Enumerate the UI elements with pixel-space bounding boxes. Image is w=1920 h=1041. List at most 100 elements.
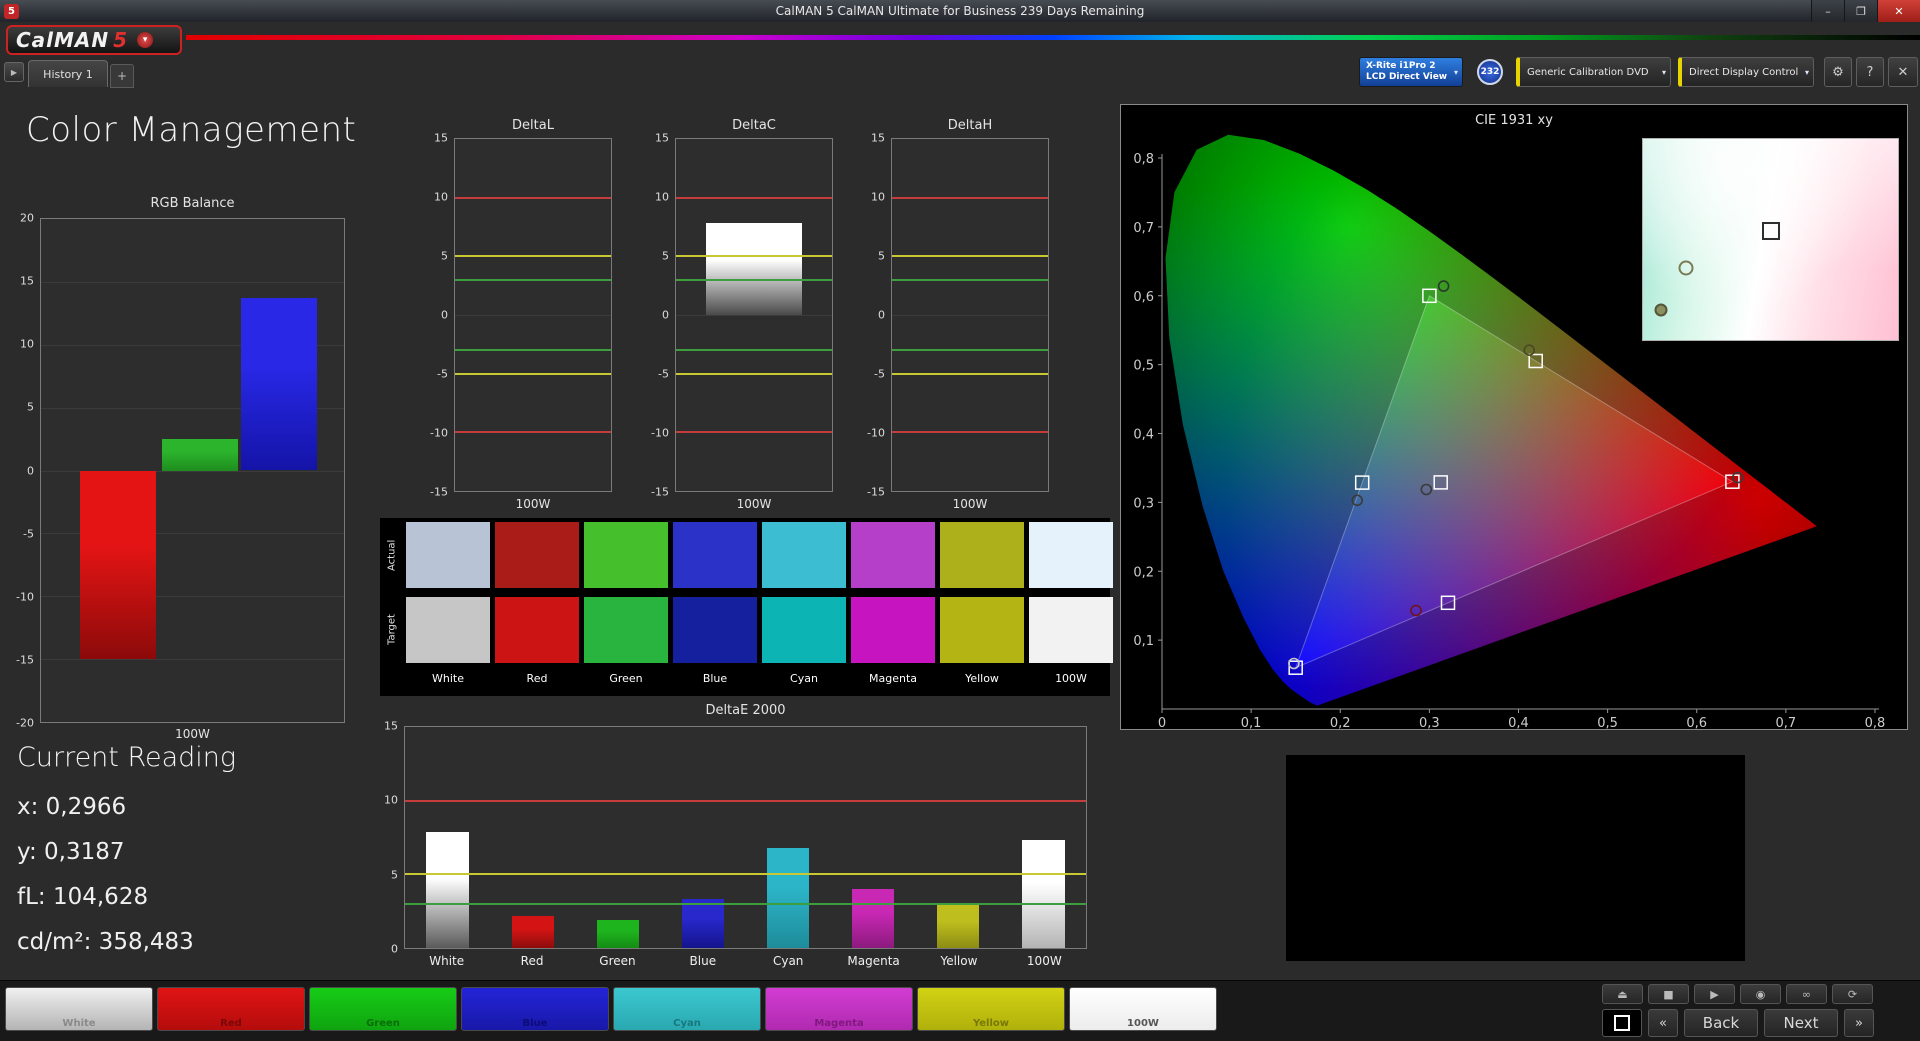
pattern-swatch-blue[interactable]: Blue	[461, 987, 609, 1031]
category-label: Cyan	[772, 954, 804, 968]
pattern-swatch-red[interactable]: Red	[157, 987, 305, 1031]
loop-button[interactable]: ∞	[1786, 984, 1827, 1004]
svg-text:0,1: 0,1	[1241, 716, 1262, 731]
y-tick-label: 5	[878, 249, 885, 263]
play-button[interactable]: ▶	[1694, 984, 1735, 1004]
pattern-swatch-label: Magenta	[814, 1018, 864, 1029]
close-window-button[interactable]: ✕	[1877, 0, 1920, 22]
y-tick-label: 0	[391, 942, 398, 956]
target-yellow-swatch	[940, 597, 1024, 663]
pattern-swatch-yellow[interactable]: Yellow	[917, 987, 1065, 1031]
bar	[1022, 840, 1065, 948]
gear-icon[interactable]: ⚙	[1824, 57, 1852, 87]
reference-line	[455, 372, 611, 375]
display-control-dropdown[interactable]: Direct Display Control ▾	[1678, 57, 1814, 87]
actual-100w-swatch	[1029, 522, 1113, 588]
back-button[interactable]: Back	[1684, 1009, 1758, 1037]
svg-text:0,6: 0,6	[1133, 290, 1154, 305]
next-button[interactable]: Next	[1764, 1009, 1838, 1037]
tab-scroll-button[interactable]: ▶	[4, 62, 24, 82]
svg-text:0,2: 0,2	[1133, 565, 1154, 580]
logo-menu-arrow-icon[interactable]: ▾	[137, 32, 154, 48]
reference-line	[455, 431, 611, 434]
actual-magenta-swatch	[851, 522, 935, 588]
y-tick-label: -5	[874, 367, 885, 381]
bar	[937, 903, 980, 948]
minimize-button[interactable]: –	[1811, 0, 1844, 22]
y-tick-label: 10	[434, 190, 448, 204]
svg-text:0,8: 0,8	[1133, 152, 1154, 167]
pattern-swatch-100w[interactable]: 100W	[1069, 987, 1217, 1031]
square-icon	[1614, 1015, 1630, 1031]
pattern-swatch-magenta[interactable]: Magenta	[765, 987, 913, 1031]
bar	[596, 920, 639, 948]
column-label: Cyan	[790, 672, 818, 685]
category-label: Yellow	[940, 954, 978, 968]
help-icon[interactable]: ?	[1856, 57, 1884, 87]
deltal-chart: DeltaL 15 10 5 0 -5 -10 -15 100W	[420, 118, 620, 518]
rgb-balance-chart: RGB Balance 20 15 10 5 0 -5 -10 -15 -20 100W	[10, 196, 355, 756]
add-tab-button[interactable]: +	[110, 64, 134, 88]
refresh-button[interactable]: ⟳	[1832, 984, 1873, 1004]
gridline	[455, 315, 611, 316]
logo-number: 5	[113, 28, 128, 52]
pattern-window-button[interactable]	[1602, 1009, 1642, 1037]
reference-line	[676, 278, 832, 281]
bar	[80, 470, 157, 660]
meter-dropdown[interactable]: X-Rite i1Pro 2 LCD Direct View ▾	[1359, 57, 1463, 87]
next-chevron-icon[interactable]: »	[1844, 1009, 1874, 1037]
calman-logo[interactable]: CalMAN 5 ▾	[6, 25, 182, 55]
bar	[511, 915, 554, 948]
pattern-swatch-cyan[interactable]: Cyan	[613, 987, 761, 1031]
svg-text:0,8: 0,8	[1865, 716, 1886, 731]
category-label: Blue	[689, 954, 717, 968]
pattern-swatch-label: White	[62, 1018, 96, 1029]
back-chevron-icon[interactable]: «	[1648, 1009, 1678, 1037]
column-label: Red	[526, 672, 548, 685]
svg-text:0,3: 0,3	[1133, 496, 1154, 511]
pattern-swatch-white[interactable]: White	[5, 987, 153, 1031]
cie-1931-chart-panel: 0 0,1 0,2 0,3 0,4 0,5 0,6 0,7 0,8 0,1 0,2 0,3 0,4 0,5…	[1120, 104, 1908, 731]
pattern-bar: White Red Green Blue Cyan Magenta Yellow 100W ⏏…	[0, 980, 1920, 1041]
svg-text:0,5: 0,5	[1597, 716, 1618, 731]
bar	[240, 298, 317, 471]
y-tick-label: 15	[655, 131, 669, 145]
reference-line	[405, 799, 1086, 802]
y-tick-label: -15	[867, 485, 885, 499]
pattern-swatch-green[interactable]: Green	[309, 987, 457, 1031]
reference-line	[455, 196, 611, 199]
disc-button[interactable]: ◉	[1740, 984, 1781, 1004]
actual-yellow-swatch	[940, 522, 1024, 588]
reference-line	[676, 349, 832, 352]
window-title: CalMAN 5 CalMAN Ultimate for Business 23…	[775, 4, 1145, 18]
eject-button[interactable]: ⏏	[1602, 984, 1643, 1004]
bar	[681, 899, 725, 948]
target-red-swatch	[495, 597, 579, 663]
pattern-swatch-row: White Red Green Blue Cyan Magenta Yellow 100W	[5, 987, 1217, 1031]
source-dropdown[interactable]: Generic Calibration DVD ▾	[1516, 57, 1671, 87]
row-label-target: Target	[386, 614, 398, 646]
chevron-down-icon: ▾	[1661, 67, 1666, 77]
y-tick-label: -15	[16, 653, 34, 667]
category-label: Magenta	[847, 954, 900, 968]
category-label: Green	[599, 954, 636, 968]
pattern-swatch-label: 100W	[1127, 1018, 1159, 1029]
y-tick-label: -5	[23, 527, 34, 541]
stop-button[interactable]: ■	[1648, 984, 1689, 1004]
rainbow-stripe	[186, 35, 1920, 40]
column-label: White	[432, 672, 464, 685]
gridline	[41, 281, 344, 283]
reference-line	[405, 902, 1086, 905]
color-checker-table: Actual Target White Red Green Blue Cyan Magenta…	[380, 518, 1113, 696]
y-tick-label: 5	[441, 249, 448, 263]
tab-history-1[interactable]: History 1	[28, 60, 108, 87]
close-panel-icon[interactable]: ✕	[1888, 57, 1918, 87]
actual-cyan-swatch	[762, 522, 846, 588]
svg-text:0,7: 0,7	[1776, 716, 1797, 731]
target-blue-swatch	[673, 597, 757, 663]
page-title: Color Management	[26, 110, 357, 150]
maximize-button[interactable]: ❐	[1844, 0, 1877, 22]
reference-line	[676, 196, 832, 199]
x-axis-label: 100W	[952, 497, 988, 511]
target-magenta-swatch	[851, 597, 935, 663]
